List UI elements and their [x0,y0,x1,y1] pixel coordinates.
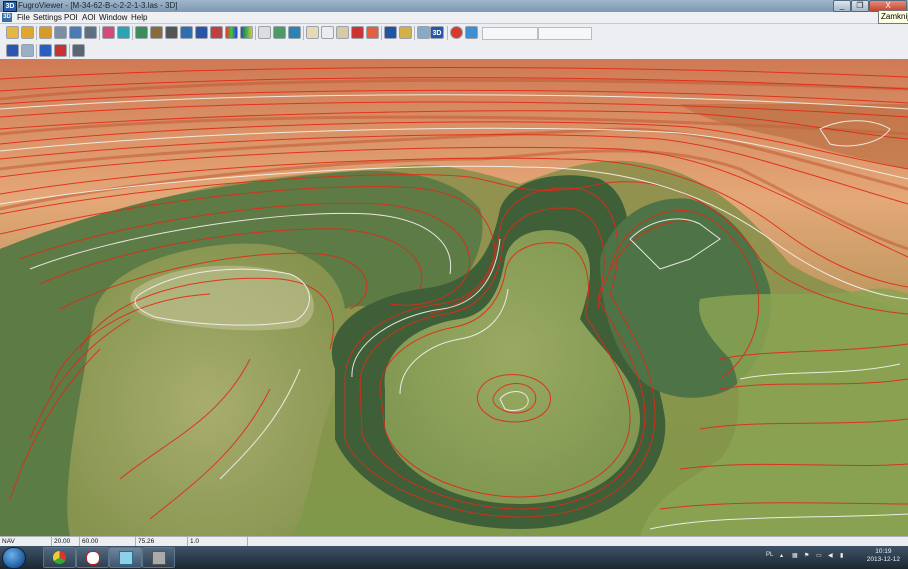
menu-file[interactable]: File [17,12,30,23]
menu-help[interactable]: Help [131,12,147,23]
3d-viewport[interactable] [0,59,908,536]
mdi-3d-icon[interactable]: 3D [2,13,12,22]
elevation-color-icon[interactable] [180,26,193,39]
rgb-color-icon[interactable] [225,26,238,39]
save-icon[interactable] [39,26,52,39]
target-icon[interactable] [366,26,379,39]
display-icon[interactable]: ▭ [816,552,822,559]
terrain-scene[interactable] [0,59,908,536]
toolbar-field-2[interactable] [538,27,592,40]
color-fill-icon[interactable] [117,26,130,39]
menu-window[interactable]: Window [99,12,127,23]
flag-icon[interactable]: ⚑ [804,552,809,559]
contours-icon[interactable] [273,26,286,39]
tray-expand-icon[interactable]: ▴ [780,552,783,559]
title-bar: 3D FugroViewer - [M-34-62-B-c-2-2-1-3.la… [0,0,908,12]
menu-aoi[interactable]: AOI [82,12,96,23]
toolbar-separator [36,26,37,40]
height-color-icon[interactable] [240,26,253,39]
ruler-icon[interactable] [399,26,412,39]
select-area-icon[interactable] [102,26,115,39]
window-title: FugroViewer - [M-34-62-B-c-2-2-1-3.las -… [18,1,178,10]
fugroviewer-icon [118,551,133,565]
menu-bar: 3D File Settings POI AOI Window Help [0,12,908,24]
measure-icon[interactable] [336,26,349,39]
refresh-icon[interactable] [465,26,478,39]
taskbar-item-media[interactable] [142,547,175,568]
help-cursor-icon[interactable] [384,26,397,39]
menu-poi[interactable]: POI [64,12,78,23]
start-button[interactable] [2,547,26,569]
stop-icon[interactable] [450,26,463,39]
toolbar-separator [303,26,304,40]
menu-settings[interactable]: Settings [33,12,62,23]
clock-time: 10:19 [875,548,892,555]
notification-app-icon [85,551,100,565]
toolbar-separator [414,26,415,40]
toolbar-separator [99,26,100,40]
taskbar-item-app[interactable] [76,547,109,568]
volume-icon[interactable]: ◀ [828,552,833,559]
split-view-icon[interactable] [72,44,85,57]
toolbar-separator [381,26,382,40]
language-indicator[interactable]: PL [766,552,773,558]
export-icon[interactable] [54,26,67,39]
restore-button[interactable]: ❐ [851,0,869,12]
toolbar-field-1[interactable] [482,27,538,40]
profile-icon[interactable] [69,26,82,39]
pencil-icon[interactable] [417,26,430,39]
toolbar-separator [36,44,37,58]
clock-date: 2013-12-12 [866,556,900,563]
scatter-points-icon[interactable] [258,26,271,39]
house-icon[interactable] [54,44,67,57]
download-icon[interactable] [39,44,52,57]
toolbar-separator [69,44,70,58]
zoom-icon[interactable] [321,26,334,39]
close-tooltip: Zamknij [878,10,908,24]
open-file-icon[interactable] [6,26,19,39]
surface-icon[interactable] [150,26,163,39]
taskbar-item-chrome[interactable] [43,547,76,568]
classification-color-icon[interactable] [210,26,223,39]
main-toolbar: 3D [0,24,908,43]
export-view-icon[interactable] [21,44,34,57]
pan-hand-icon[interactable] [306,26,319,39]
taskbar-item-fugroviewer[interactable] [109,547,142,568]
app-icon: 3D [3,1,17,12]
toolbar-separator [255,26,256,40]
media-player-icon [151,551,166,565]
secondary-toolbar [0,42,908,60]
home-icon[interactable] [6,44,19,57]
poi-marker-icon[interactable] [351,26,364,39]
3d-view-icon[interactable]: 3D [430,26,444,39]
minimize-button[interactable]: _ [833,0,851,12]
system-clock[interactable]: 10:19 2013-12-12 [867,548,900,564]
points-icon[interactable] [165,26,178,39]
chrome-icon [53,551,66,564]
toolbar-separator [447,26,448,40]
tin-icon[interactable] [288,26,301,39]
toolbar-separator [132,26,133,40]
open-folder-icon[interactable] [21,26,34,39]
network-icon[interactable]: ▦ [792,552,798,559]
layers-icon[interactable] [135,26,148,39]
grid-icon[interactable] [84,26,97,39]
taskbar: PL ▴ ▦ ⚑ ▭ ◀ ▮ 10:19 2013-12-12 [0,546,908,569]
intensity-color-icon[interactable] [195,26,208,39]
power-icon[interactable]: ▮ [840,552,843,559]
